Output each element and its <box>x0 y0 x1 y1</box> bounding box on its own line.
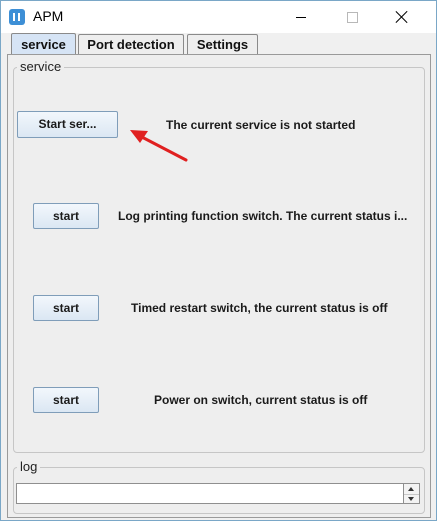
service-group-title: service <box>17 60 65 74</box>
app-icon <box>9 9 25 25</box>
annotation-arrow-icon <box>130 130 188 162</box>
timed-restart-status-text: Timed restart switch, the current status… <box>131 301 388 315</box>
power-on-start-button[interactable]: start <box>33 387 99 413</box>
maximize-button[interactable] <box>329 1 375 33</box>
window-title: APM <box>33 8 64 24</box>
log-spinner[interactable] <box>404 483 420 504</box>
minimize-icon <box>296 17 306 18</box>
start-service-button[interactable]: Start ser... <box>17 111 118 138</box>
log-field[interactable] <box>16 483 404 504</box>
tab-settings[interactable]: Settings <box>187 34 258 54</box>
close-icon <box>395 10 409 24</box>
service-tab-panel: service Start ser... The current service… <box>7 54 431 518</box>
apm-window: APM service Port detection Settings serv… <box>0 0 437 521</box>
tab-service[interactable]: service <box>11 33 76 55</box>
title-bar[interactable]: APM <box>1 1 436 33</box>
maximize-icon <box>347 12 358 23</box>
spin-down-icon[interactable] <box>404 494 419 504</box>
log-switch-status-text: Log printing function switch. The curren… <box>118 209 408 223</box>
timed-restart-start-button[interactable]: start <box>33 295 99 321</box>
power-on-status-text: Power on switch, current status is off <box>154 393 368 407</box>
log-switch-start-button[interactable]: start <box>33 203 99 229</box>
log-group-title: log <box>17 460 41 474</box>
tab-port-detection[interactable]: Port detection <box>78 34 184 54</box>
minimize-button[interactable] <box>278 1 324 33</box>
close-button[interactable] <box>380 1 426 33</box>
